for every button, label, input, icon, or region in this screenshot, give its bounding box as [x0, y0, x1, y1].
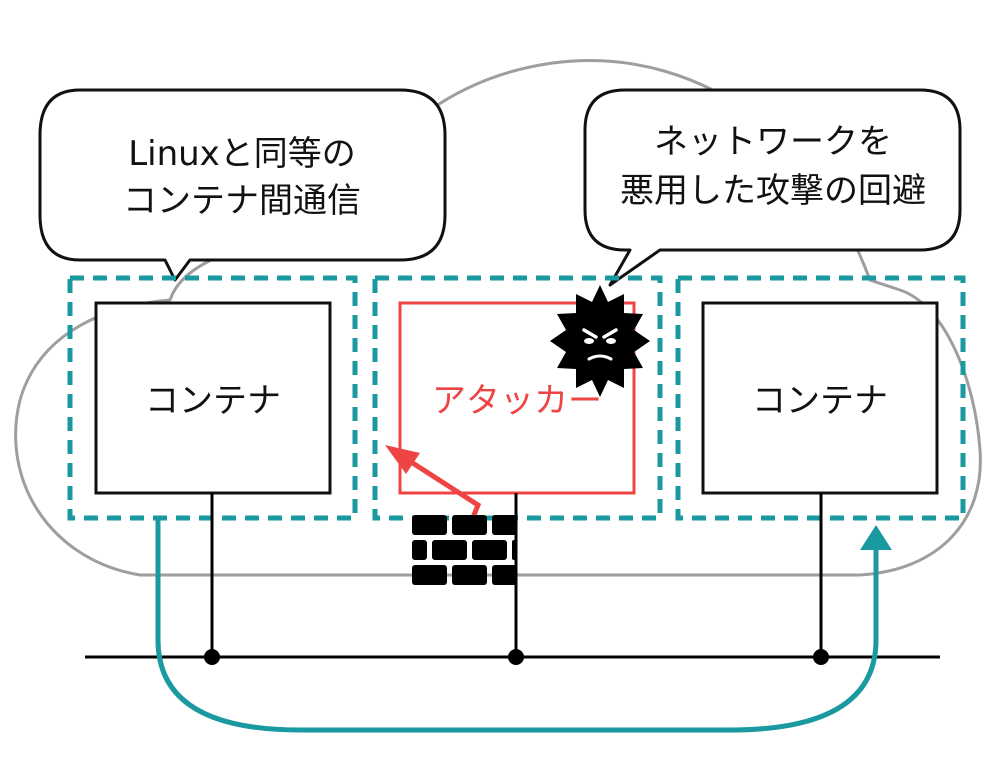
callout-right-line1: ネットワークを: [654, 122, 892, 162]
node-dot-middle: [508, 649, 524, 665]
callout-right-line2: 悪用した攻撃の回避: [620, 171, 926, 211]
container-network-diagram: Linuxと同等の コンテナ間通信 ネットワークを 悪用した攻撃の回避 コンテナ…: [14, 59, 982, 733]
container-right-label: コンテナ: [752, 381, 888, 421]
callout-left-line1: Linuxと同等の: [128, 134, 356, 174]
container-left-label: コンテナ: [145, 381, 281, 421]
attacker-label: アタッカー: [432, 381, 602, 421]
callout-left-line2: コンテナ間通信: [123, 181, 361, 221]
node-dot-left: [204, 649, 220, 665]
node-dot-right: [813, 649, 829, 665]
